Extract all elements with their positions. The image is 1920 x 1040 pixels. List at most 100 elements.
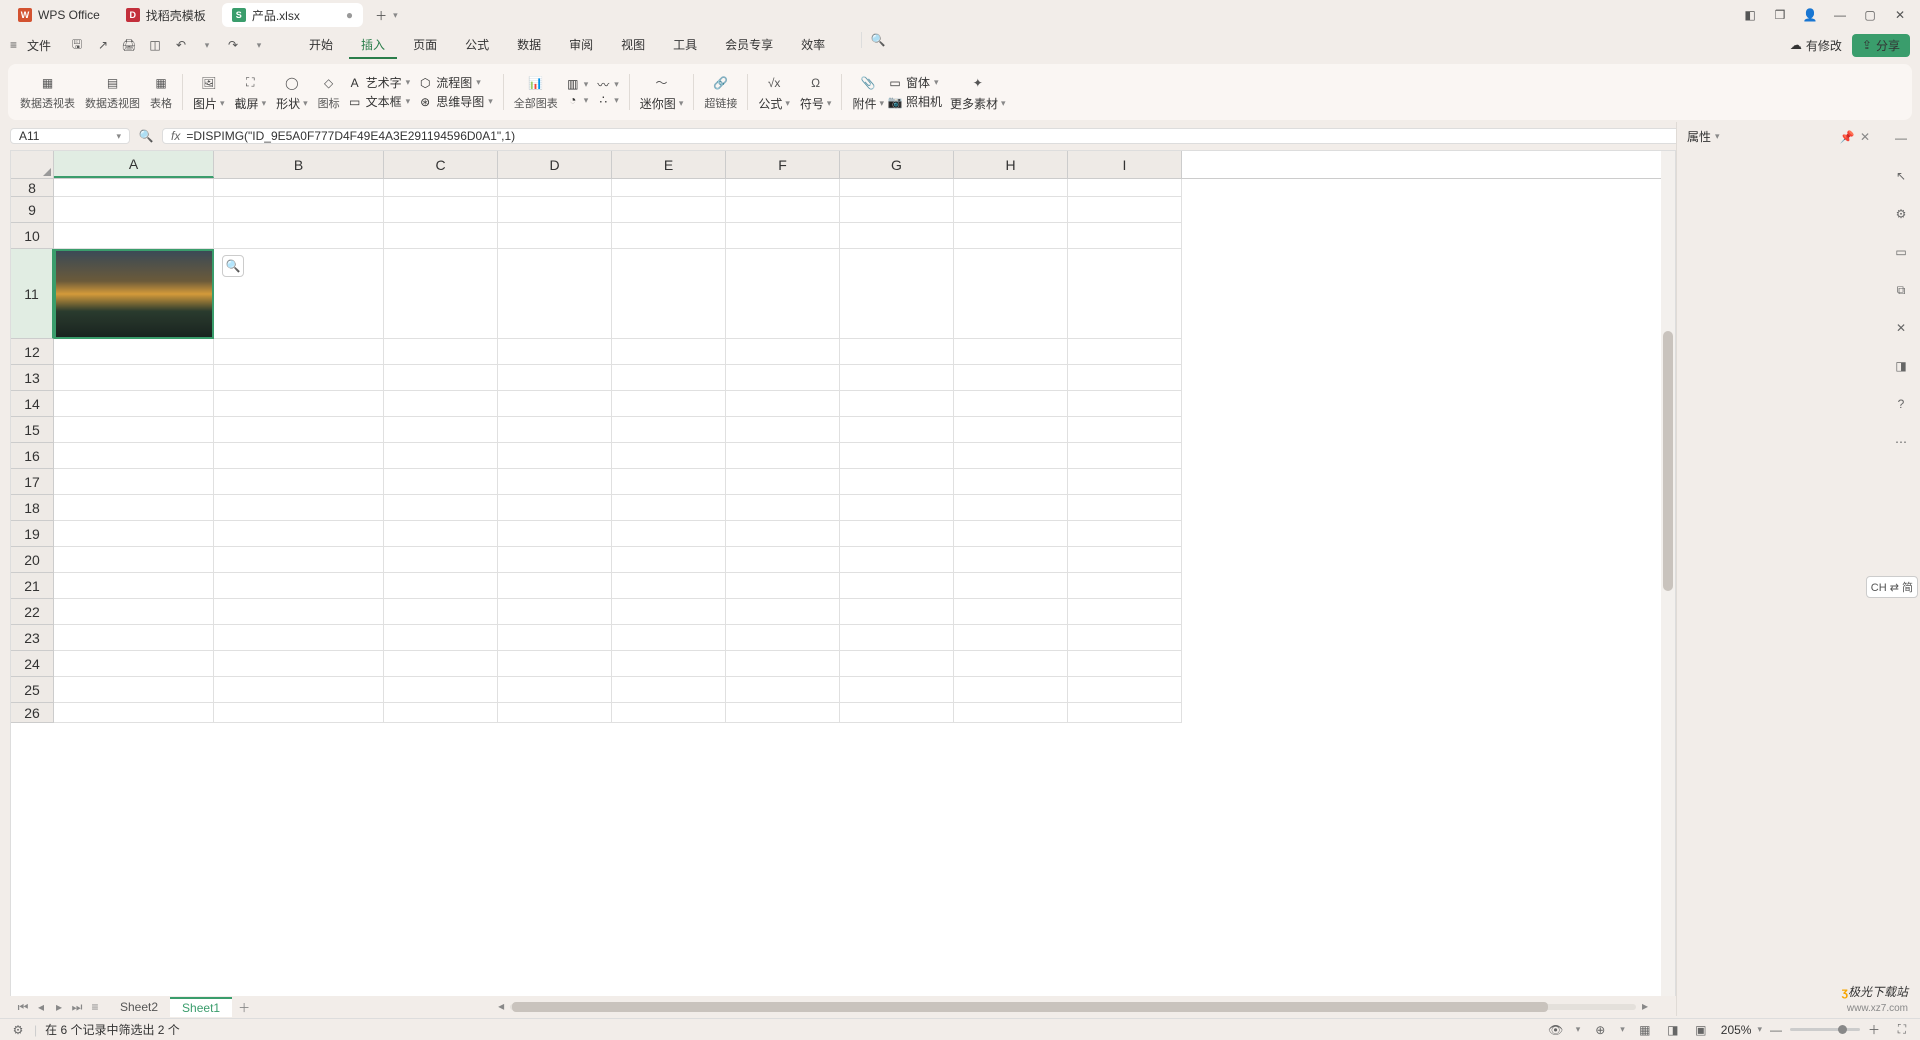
cell-E14[interactable] [612, 391, 726, 417]
cell-I19[interactable] [1068, 521, 1182, 547]
cell-I11[interactable] [1068, 249, 1182, 339]
print-preview-icon[interactable]: ◫ [147, 37, 163, 53]
cell-I13[interactable] [1068, 365, 1182, 391]
pane-title-dropdown[interactable]: ▾ [1715, 131, 1720, 142]
column-header-A[interactable]: A [54, 151, 214, 178]
cell-D14[interactable] [498, 391, 612, 417]
wordart-button[interactable]: A艺术字▾ [348, 74, 411, 91]
table-button[interactable]: ▦表格 [150, 73, 172, 111]
shapes-button[interactable]: ◯形状▾ [276, 73, 308, 112]
column-header-C[interactable]: C [384, 151, 498, 178]
cell-F26[interactable] [726, 703, 840, 723]
cell-H9[interactable] [954, 197, 1068, 223]
cell-A17[interactable] [54, 469, 214, 495]
row-header-26[interactable]: 26 [11, 703, 54, 723]
hamburger-icon[interactable]: ≡ [10, 38, 17, 52]
cube-icon[interactable]: ❒ [1772, 7, 1788, 23]
cell-D15[interactable] [498, 417, 612, 443]
line-chart-button[interactable]: 〰▾ [596, 77, 619, 91]
redo-dropdown[interactable]: ▾ [251, 37, 267, 53]
column-header-I[interactable]: I [1068, 151, 1182, 178]
cell-H19[interactable] [954, 521, 1068, 547]
cell-H13[interactable] [954, 365, 1068, 391]
cell-B12[interactable] [214, 339, 384, 365]
cell-B18[interactable] [214, 495, 384, 521]
cell-I25[interactable] [1068, 677, 1182, 703]
add-tab-dropdown[interactable]: ▾ [393, 10, 398, 21]
row-header-18[interactable]: 18 [11, 495, 54, 521]
pin-icon[interactable]: 📌 [1840, 130, 1854, 144]
undo-icon[interactable]: ↶ [173, 37, 189, 53]
cell-H10[interactable] [954, 223, 1068, 249]
zoom-level[interactable]: 205% [1721, 1023, 1752, 1037]
cell-F15[interactable] [726, 417, 840, 443]
row-header-24[interactable]: 24 [11, 651, 54, 677]
cell-F22[interactable] [726, 599, 840, 625]
row-header-25[interactable]: 25 [11, 677, 54, 703]
cell-D13[interactable] [498, 365, 612, 391]
cell-A25[interactable] [54, 677, 214, 703]
undo-dropdown[interactable]: ▾ [199, 37, 215, 53]
cell-E19[interactable] [612, 521, 726, 547]
tab-member[interactable]: 会员专享 [713, 32, 785, 59]
cell-D19[interactable] [498, 521, 612, 547]
cell-B21[interactable] [214, 573, 384, 599]
tab-formula[interactable]: 公式 [453, 32, 501, 59]
cell-A21[interactable] [54, 573, 214, 599]
row-header-21[interactable]: 21 [11, 573, 54, 599]
cell-H22[interactable] [954, 599, 1068, 625]
cell-C14[interactable] [384, 391, 498, 417]
cell-I9[interactable] [1068, 197, 1182, 223]
help-icon[interactable]: ? [1891, 394, 1911, 414]
row-header-11[interactable]: 11 [11, 249, 54, 339]
cell-A19[interactable] [54, 521, 214, 547]
add-sheet-button[interactable]: ＋ [238, 999, 250, 1016]
cell-G16[interactable] [840, 443, 954, 469]
row-header-15[interactable]: 15 [11, 417, 54, 443]
row-header-8[interactable]: 8 [11, 179, 54, 197]
cell-D22[interactable] [498, 599, 612, 625]
row-header-20[interactable]: 20 [11, 547, 54, 573]
cell-G12[interactable] [840, 339, 954, 365]
tab-page[interactable]: 页面 [401, 32, 449, 59]
presentation-icon[interactable]: ▭ [1891, 242, 1911, 262]
cell-I26[interactable] [1068, 703, 1182, 723]
cell-B13[interactable] [214, 365, 384, 391]
close-icon[interactable]: ✕ [1858, 130, 1872, 144]
cell-G14[interactable] [840, 391, 954, 417]
cell-D16[interactable] [498, 443, 612, 469]
horizontal-scrollbar[interactable]: ◂ ▸ [510, 1002, 1636, 1012]
cell-E25[interactable] [612, 677, 726, 703]
share-button[interactable]: ⇪分享 [1852, 34, 1910, 57]
cell-E13[interactable] [612, 365, 726, 391]
cell-D26[interactable] [498, 703, 612, 723]
cell-D12[interactable] [498, 339, 612, 365]
cell-F10[interactable] [726, 223, 840, 249]
cell-H15[interactable] [954, 417, 1068, 443]
cell-A18[interactable] [54, 495, 214, 521]
row-header-23[interactable]: 23 [11, 625, 54, 651]
camera-button[interactable]: 📷照相机 [888, 93, 942, 110]
user-avatar-icon[interactable]: 👤 [1802, 7, 1818, 23]
cell-A14[interactable] [54, 391, 214, 417]
row-header-22[interactable]: 22 [11, 599, 54, 625]
cell-A12[interactable] [54, 339, 214, 365]
cell-A8[interactable] [54, 179, 214, 197]
view-page-icon[interactable]: ◨ [1665, 1022, 1681, 1038]
cell-F9[interactable] [726, 197, 840, 223]
cell-I8[interactable] [1068, 179, 1182, 197]
cell-H14[interactable] [954, 391, 1068, 417]
cell-B23[interactable] [214, 625, 384, 651]
cell-C11[interactable] [384, 249, 498, 339]
cell-F11[interactable] [726, 249, 840, 339]
chevron-down-icon[interactable]: ▾ [116, 131, 121, 142]
cell-F17[interactable] [726, 469, 840, 495]
cell-E17[interactable] [612, 469, 726, 495]
filter-panel-icon[interactable]: ⧉ [1891, 280, 1911, 300]
scrollbar-thumb[interactable] [1663, 331, 1673, 591]
close-button[interactable]: ✕ [1892, 7, 1908, 23]
cell-D23[interactable] [498, 625, 612, 651]
cell-H17[interactable] [954, 469, 1068, 495]
cell-B10[interactable] [214, 223, 384, 249]
image-zoom-icon[interactable]: 🔍 [222, 255, 244, 277]
